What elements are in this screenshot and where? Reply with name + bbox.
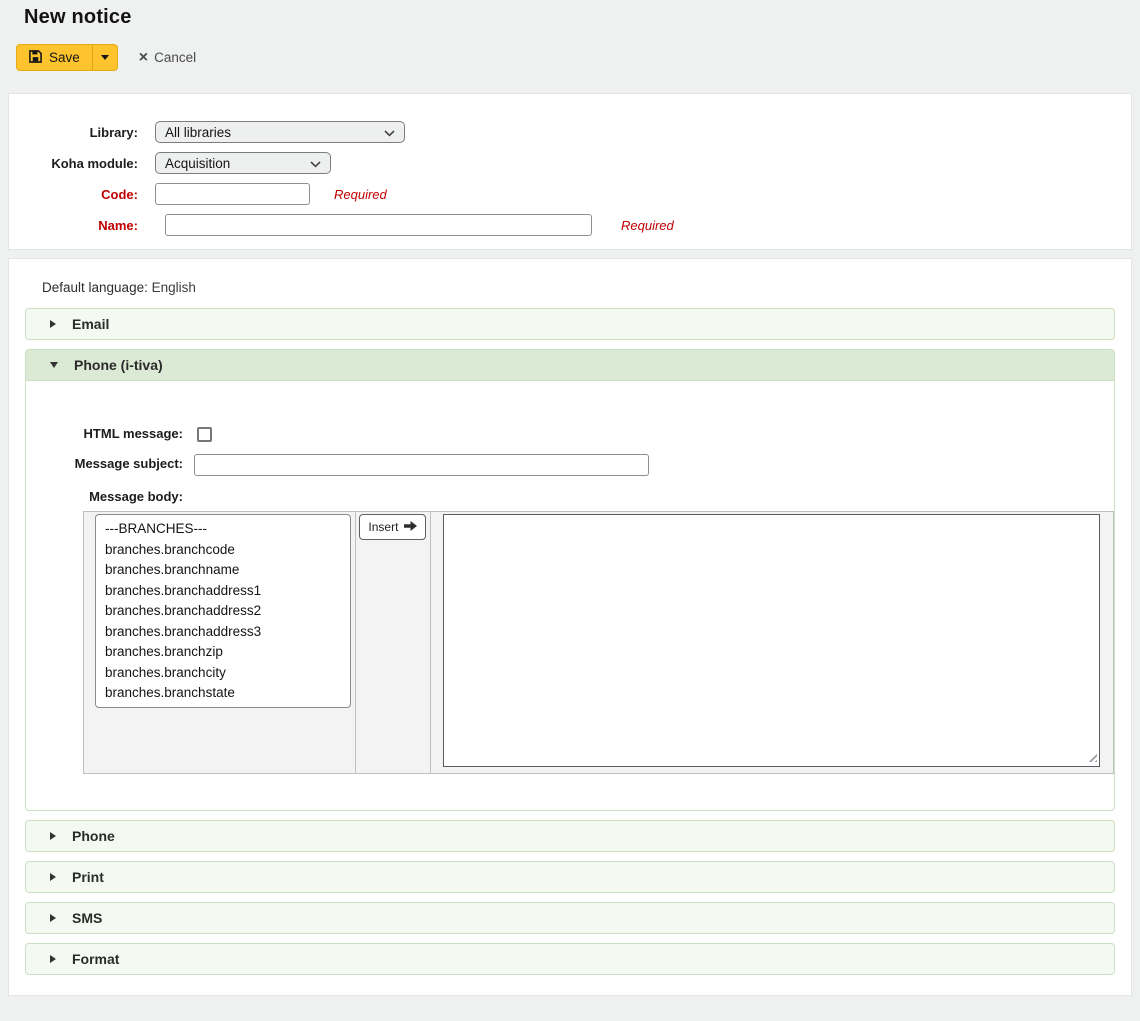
- default-language-line: Default language: English: [42, 280, 1123, 295]
- name-label: Name:: [9, 214, 138, 233]
- koha-module-select[interactable]: Acquisition: [155, 152, 331, 174]
- message-body-textarea[interactable]: [443, 514, 1100, 767]
- cancel-button[interactable]: × Cancel: [139, 50, 196, 66]
- library-row: Library: All libraries: [9, 121, 1131, 143]
- name-required-hint: Required: [621, 214, 674, 233]
- triangle-right-icon: [50, 955, 56, 963]
- save-button[interactable]: Save: [17, 45, 92, 70]
- chevron-down-icon: [384, 125, 395, 140]
- triangle-right-icon: [50, 320, 56, 328]
- cancel-label: Cancel: [154, 50, 196, 65]
- section-phone-itiva: Phone (i-tiva) HTML message: Message sub…: [25, 349, 1115, 811]
- section-header-phone[interactable]: Phone: [25, 820, 1115, 852]
- close-x-icon: ×: [139, 50, 148, 66]
- koha-module-row: Koha module: Acquisition: [9, 152, 1131, 174]
- save-split-button: Save: [16, 44, 118, 71]
- section-label-email: Email: [72, 316, 109, 332]
- section-header-email[interactable]: Email: [25, 308, 1115, 340]
- textarea-cell: [430, 512, 1113, 774]
- notice-details-panel: Library: All libraries Koha module: Acqu…: [8, 93, 1132, 250]
- insert-cell: Insert: [355, 512, 430, 774]
- field-list-cell: ---BRANCHES---branches.branchcodebranche…: [84, 512, 356, 774]
- section-header-format[interactable]: Format: [25, 943, 1115, 975]
- code-required-hint: Required: [334, 183, 387, 202]
- default-language-value: English: [152, 280, 196, 295]
- field-list-option[interactable]: branches.branchaddress1: [96, 581, 350, 602]
- message-subject-row: Message subject:: [43, 454, 1114, 476]
- section-label-print: Print: [72, 869, 104, 885]
- chevron-down-icon: [310, 156, 321, 171]
- caret-down-icon: [101, 55, 109, 60]
- page-title: New notice: [0, 0, 1140, 29]
- save-dropdown-toggle[interactable]: [92, 45, 117, 70]
- section-header-sms[interactable]: SMS: [25, 902, 1115, 934]
- message-subject-label: Message subject:: [43, 454, 183, 472]
- triangle-right-icon: [50, 914, 56, 922]
- field-list-option[interactable]: branches.branchzip: [96, 642, 350, 663]
- section-label-phone: Phone: [72, 828, 115, 844]
- insert-button[interactable]: Insert: [359, 514, 426, 540]
- koha-module-label: Koha module:: [9, 152, 138, 171]
- library-select[interactable]: All libraries: [155, 121, 405, 143]
- field-list-option[interactable]: branches.branchcity: [96, 663, 350, 684]
- code-row: Code: Required: [9, 183, 1131, 205]
- notice-content-panel: Default language: English Email Phone (i…: [8, 258, 1132, 996]
- toolbar: Save × Cancel: [16, 44, 1140, 71]
- message-subject-input[interactable]: [194, 454, 649, 476]
- triangle-right-icon: [50, 873, 56, 881]
- code-label: Code:: [9, 183, 138, 202]
- html-message-checkbox[interactable]: [197, 427, 212, 442]
- field-list-option[interactable]: branches.branchaddress3: [96, 622, 350, 643]
- triangle-down-icon: [50, 362, 58, 368]
- field-list-option[interactable]: branches.branchname: [96, 560, 350, 581]
- default-language-label: Default language:: [42, 280, 148, 295]
- triangle-right-icon: [50, 832, 56, 840]
- phone-itiva-body: HTML message: Message subject: Message b…: [26, 381, 1114, 810]
- section-label-phone-itiva: Phone (i-tiva): [74, 357, 163, 373]
- html-message-label: HTML message:: [43, 426, 183, 441]
- field-list-option[interactable]: branches.branchcode: [96, 540, 350, 561]
- library-label: Library:: [9, 121, 138, 140]
- section-label-format: Format: [72, 951, 119, 967]
- name-row: Name: Required: [9, 214, 1131, 236]
- field-list-option[interactable]: branches.branchaddress2: [96, 601, 350, 622]
- field-list-option[interactable]: branches.branchstate: [96, 683, 350, 704]
- database-fields-listbox[interactable]: ---BRANCHES---branches.branchcodebranche…: [95, 514, 351, 708]
- message-body-label-row: Message body:: [43, 489, 1114, 504]
- koha-module-select-value: Acquisition: [165, 156, 230, 171]
- arrow-right-icon: [404, 520, 417, 534]
- code-input[interactable]: [155, 183, 310, 205]
- name-input[interactable]: [165, 214, 592, 236]
- field-list-option[interactable]: ---BRANCHES---: [96, 519, 350, 540]
- insert-button-label: Insert: [368, 520, 398, 534]
- html-message-row: HTML message:: [43, 426, 1114, 442]
- message-body-editor: ---BRANCHES---branches.branchcodebranche…: [83, 511, 1114, 774]
- library-select-value: All libraries: [165, 125, 231, 140]
- section-header-print[interactable]: Print: [25, 861, 1115, 893]
- save-button-label: Save: [49, 50, 80, 65]
- message-body-label: Message body:: [43, 489, 183, 504]
- save-floppy-icon: [29, 50, 42, 66]
- section-label-sms: SMS: [72, 910, 102, 926]
- section-header-phone-itiva[interactable]: Phone (i-tiva): [26, 350, 1114, 381]
